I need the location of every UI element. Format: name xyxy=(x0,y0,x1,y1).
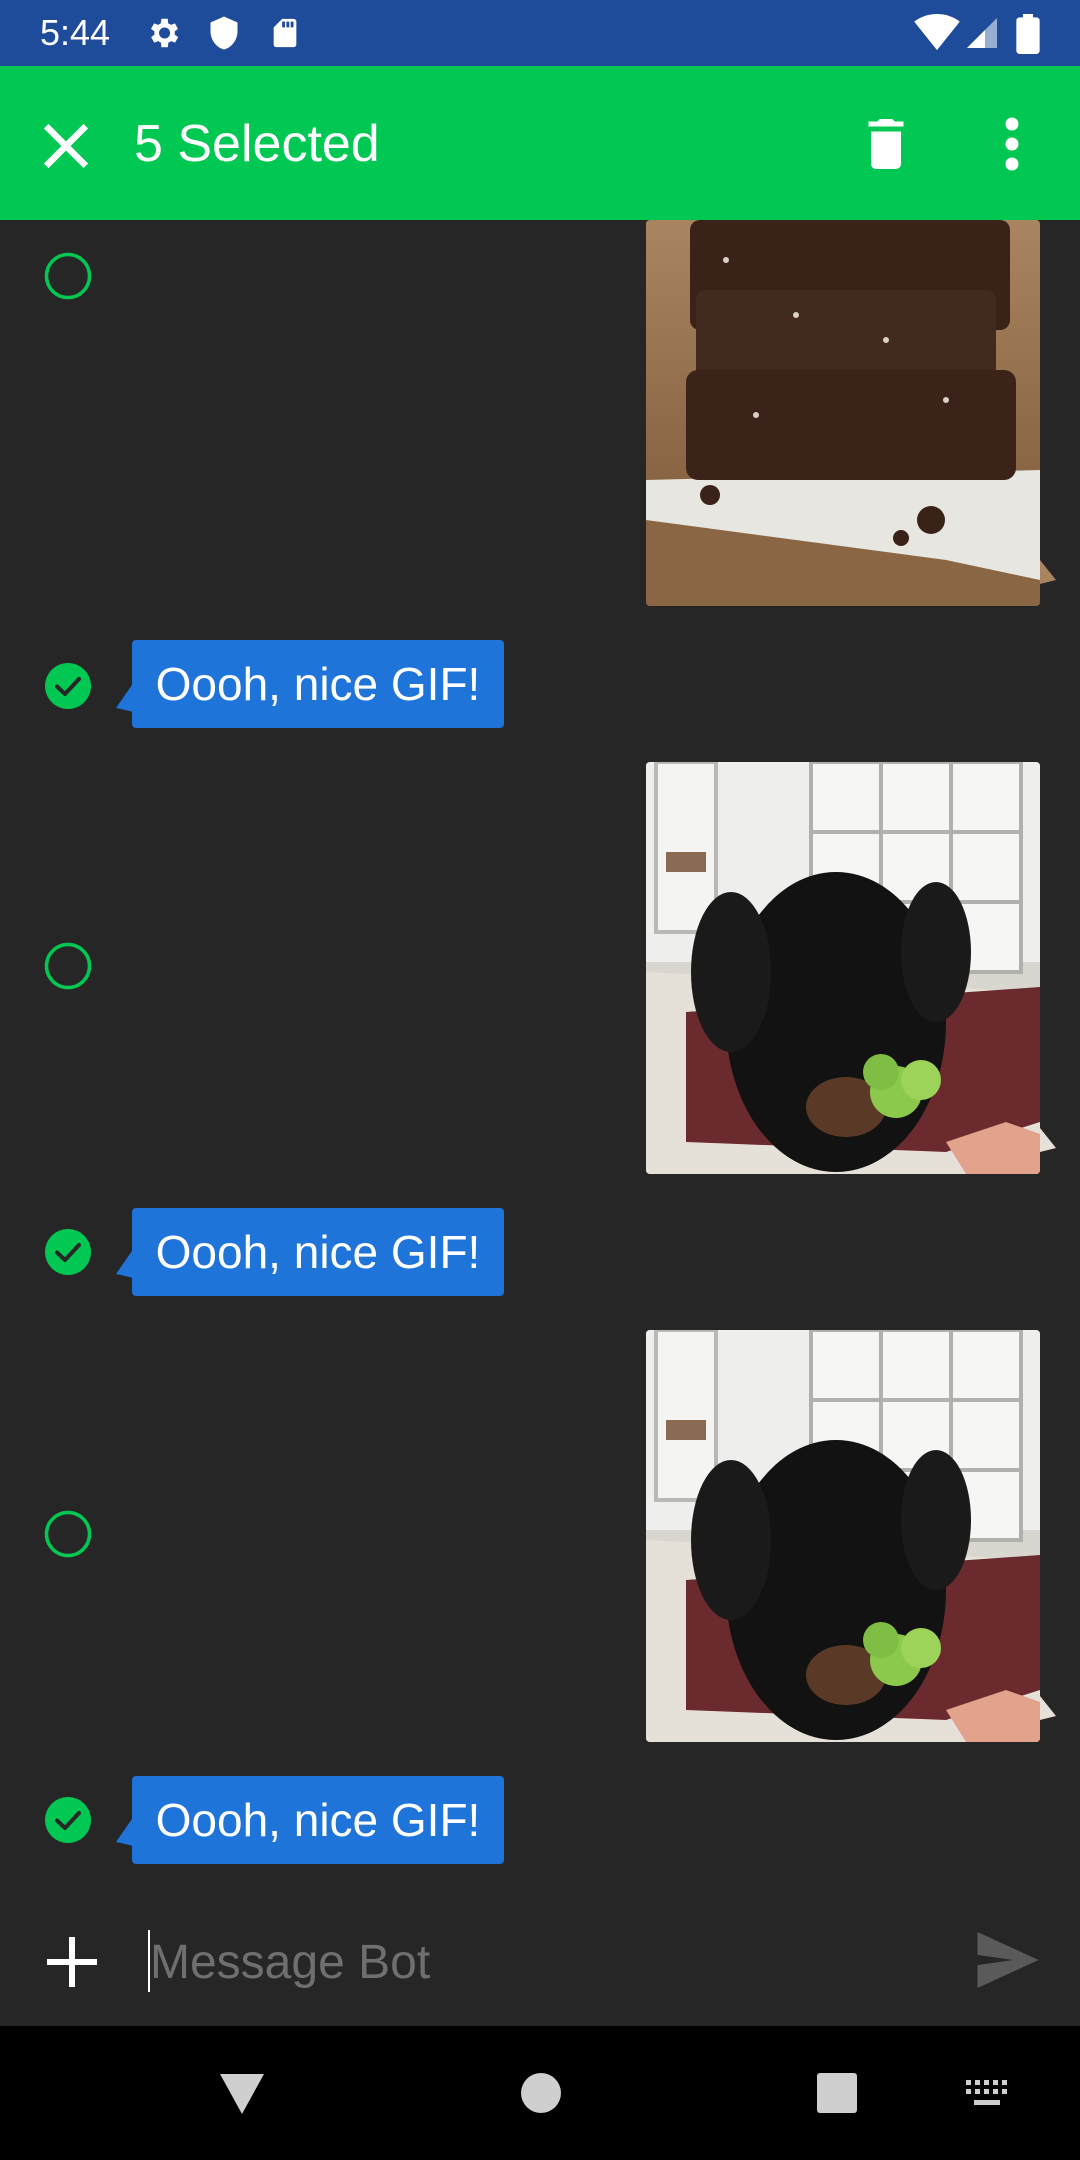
more-vert-icon[interactable] xyxy=(990,114,1034,174)
sd-card-icon xyxy=(273,18,297,48)
plus-icon[interactable] xyxy=(42,1932,102,1992)
message-bubble[interactable]: Oooh, nice GIF! xyxy=(132,1208,504,1296)
bubble-tail xyxy=(1040,560,1056,584)
gif-image-brownies[interactable] xyxy=(646,220,1040,606)
message-list[interactable]: Oooh, nice GIF! Oooh, nice GIF! Oooh, ni… xyxy=(0,220,1080,1890)
unselected-circle-icon[interactable] xyxy=(44,252,92,300)
message-input[interactable] xyxy=(150,1924,930,2000)
gif-image-puppy[interactable] xyxy=(646,1330,1040,1742)
recents-square-icon[interactable] xyxy=(816,2072,858,2114)
gif-image-puppy[interactable] xyxy=(646,762,1040,1174)
close-icon[interactable] xyxy=(36,116,96,176)
message-composer xyxy=(0,1890,1080,2026)
screen: 5:44 5 Selected Oooh, nice GIF! Oooh, ni… xyxy=(0,0,1080,2160)
message-bubble[interactable]: Oooh, nice GIF! xyxy=(132,640,504,728)
send-icon[interactable] xyxy=(976,1932,1040,1988)
bubble-tail xyxy=(1040,1128,1056,1152)
bubble-tail xyxy=(1040,1696,1056,1720)
gear-icon xyxy=(150,18,179,48)
shield-icon xyxy=(210,16,238,50)
battery-icon xyxy=(1016,14,1040,54)
signal-icon xyxy=(967,18,997,48)
selected-check-icon[interactable] xyxy=(44,1796,92,1844)
selection-count-title: 5 Selected xyxy=(134,115,380,173)
keyboard-icon[interactable] xyxy=(964,2078,1010,2110)
back-triangle-icon[interactable] xyxy=(218,2072,266,2116)
selected-check-icon[interactable] xyxy=(44,662,92,710)
message-bubble[interactable]: Oooh, nice GIF! xyxy=(132,1776,504,1864)
navigation-bar xyxy=(0,2026,1080,2160)
status-bar: 5:44 xyxy=(0,0,1080,66)
trash-icon[interactable] xyxy=(856,114,916,174)
wifi-icon xyxy=(914,14,960,51)
unselected-circle-icon[interactable] xyxy=(44,1510,92,1558)
home-circle-icon[interactable] xyxy=(520,2072,562,2114)
status-time: 5:44 xyxy=(40,12,111,53)
unselected-circle-icon[interactable] xyxy=(44,942,92,990)
selected-check-icon[interactable] xyxy=(44,1228,92,1276)
selection-action-bar: 5 Selected xyxy=(0,66,1080,220)
